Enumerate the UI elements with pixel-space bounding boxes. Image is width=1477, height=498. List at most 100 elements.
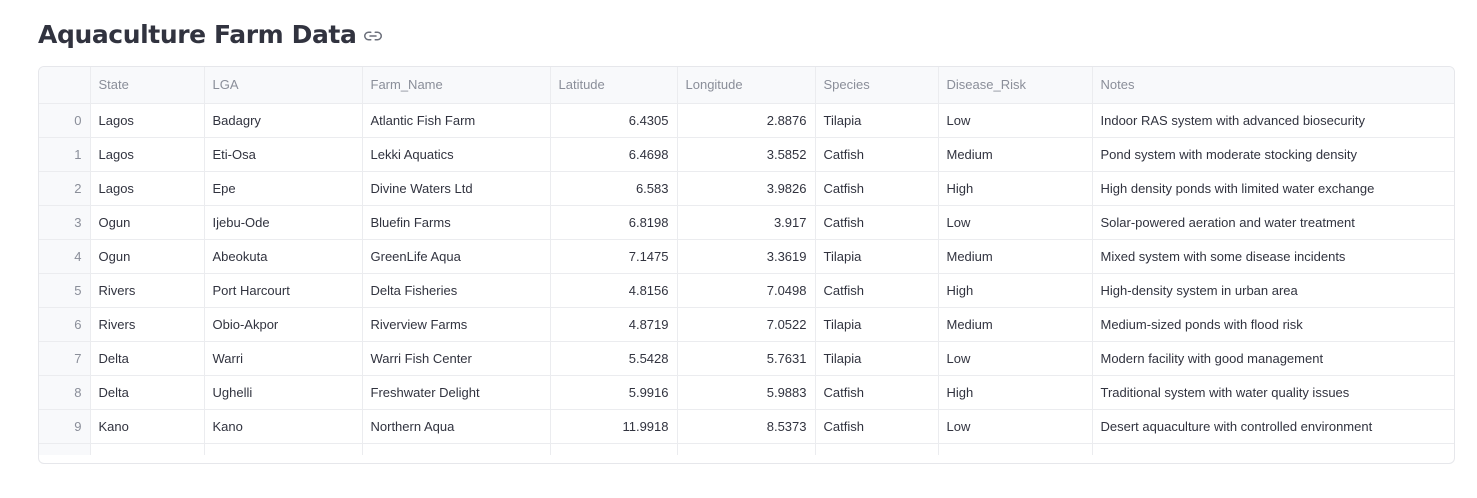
cell-longitude[interactable]: 3.5852 xyxy=(677,137,816,172)
column-header-index[interactable] xyxy=(39,67,91,104)
cell-state[interactable]: Lagos xyxy=(90,171,205,206)
cell-notes[interactable]: Pond system with moderate stocking densi… xyxy=(1092,137,1454,172)
cell-latitude[interactable]: 5.5428 xyxy=(550,341,678,376)
cell-notes[interactable]: Indoor RAS system with advanced biosecur… xyxy=(1092,103,1454,138)
cell-notes[interactable]: Mixed system with some disease incidents xyxy=(1092,239,1454,274)
cell-notes[interactable]: High density ponds with limited water ex… xyxy=(1092,171,1454,206)
dataframe[interactable]: State LGA Farm_Name Latitude Longitude Specie… xyxy=(38,66,1455,464)
cell-latitude[interactable]: 4.8719 xyxy=(550,307,678,342)
cell-lga[interactable]: Epe xyxy=(204,171,363,206)
cell-farm-name[interactable]: Divine Waters Ltd xyxy=(362,171,551,206)
cell-species[interactable]: Catfish xyxy=(815,273,939,308)
cell-notes[interactable]: Modern facility with good management xyxy=(1092,341,1454,376)
column-header-lga[interactable]: LGA xyxy=(204,67,363,104)
cell-latitude[interactable]: 4.8156 xyxy=(550,273,678,308)
cell-lga[interactable]: Obio-Akpor xyxy=(204,307,363,342)
cell-disease-risk[interactable]: Medium xyxy=(938,137,1093,172)
cell-farm-name[interactable]: Freshwater Delight xyxy=(362,375,551,410)
cell-index[interactable]: 5 xyxy=(39,273,91,308)
cell-longitude[interactable]: 7.0522 xyxy=(677,307,816,342)
cell-species[interactable]: Tilapia xyxy=(815,341,939,376)
cell-notes[interactable]: High-density system in urban area xyxy=(1092,273,1454,308)
cell-state[interactable]: Delta xyxy=(90,341,205,376)
cell-disease-risk[interactable]: High xyxy=(938,375,1093,410)
cell-farm-name[interactable]: Warri Fish Center xyxy=(362,341,551,376)
cell-farm-name[interactable]: Lekki Aquatics xyxy=(362,137,551,172)
cell-species[interactable]: Catfish xyxy=(815,375,939,410)
cell-index[interactable]: 2 xyxy=(39,171,91,206)
cell-lga[interactable]: Ughelli xyxy=(204,375,363,410)
cell-farm-name[interactable]: Delta Fisheries xyxy=(362,273,551,308)
cell-disease-risk[interactable]: High xyxy=(938,273,1093,308)
cell-disease-risk[interactable]: Low xyxy=(938,103,1093,138)
cell-lga[interactable]: Badagry xyxy=(204,103,363,138)
cell-latitude[interactable]: 6.4698 xyxy=(550,137,678,172)
cell-lga[interactable]: Abeokuta xyxy=(204,239,363,274)
cell-lga[interactable]: Ijebu-Ode xyxy=(204,205,363,240)
cell-disease-risk[interactable]: Low xyxy=(938,341,1093,376)
cell-farm-name[interactable]: Riverview Farms xyxy=(362,307,551,342)
cell-index[interactable]: 1 xyxy=(39,137,91,172)
cell-longitude[interactable]: 5.7631 xyxy=(677,341,816,376)
cell-species[interactable]: Tilapia xyxy=(815,239,939,274)
cell-disease-risk[interactable]: Low xyxy=(938,409,1093,444)
cell-notes[interactable]: Solar-powered aeration and water treatme… xyxy=(1092,205,1454,240)
cell-index[interactable]: 7 xyxy=(39,341,91,376)
cell-notes[interactable]: Desert aquaculture with controlled envir… xyxy=(1092,409,1454,444)
cell-farm-name[interactable]: GreenLife Aqua xyxy=(362,239,551,274)
cell-latitude[interactable]: 6.583 xyxy=(550,171,678,206)
cell-disease-risk[interactable]: Low xyxy=(938,205,1093,240)
column-header-disease-risk[interactable]: Disease_Risk xyxy=(938,67,1093,104)
cell-species[interactable]: Tilapia xyxy=(815,103,939,138)
column-header-notes[interactable]: Notes xyxy=(1092,67,1454,104)
cell-latitude[interactable]: 6.4305 xyxy=(550,103,678,138)
cell-species[interactable]: Catfish xyxy=(815,171,939,206)
cell-state[interactable]: Ogun xyxy=(90,239,205,274)
cell-index[interactable]: 6 xyxy=(39,307,91,342)
cell-state[interactable]: Rivers xyxy=(90,307,205,342)
cell-species[interactable]: Catfish xyxy=(815,137,939,172)
cell-index[interactable]: 9 xyxy=(39,409,91,444)
column-header-farm-name[interactable]: Farm_Name xyxy=(362,67,551,104)
cell-longitude[interactable]: 2.8876 xyxy=(677,103,816,138)
column-header-state[interactable]: State xyxy=(90,67,205,104)
cell-latitude[interactable]: 6.8198 xyxy=(550,205,678,240)
cell-farm-name[interactable]: Northern Aqua xyxy=(362,409,551,444)
cell-disease-risk[interactable]: Medium xyxy=(938,307,1093,342)
cell-index[interactable]: 0 xyxy=(39,103,91,138)
cell-lga[interactable]: Warri xyxy=(204,341,363,376)
cell-farm-name[interactable]: Atlantic Fish Farm xyxy=(362,103,551,138)
cell-notes[interactable]: Medium-sized ponds with flood risk xyxy=(1092,307,1454,342)
link-icon[interactable] xyxy=(364,27,383,45)
cell-latitude[interactable]: 11.9918 xyxy=(550,409,678,444)
cell-disease-risk[interactable]: Medium xyxy=(938,239,1093,274)
cell-species[interactable]: Catfish xyxy=(815,409,939,444)
cell-latitude[interactable]: 5.9916 xyxy=(550,375,678,410)
cell-longitude[interactable]: 3.9826 xyxy=(677,171,816,206)
cell-species[interactable]: Catfish xyxy=(815,205,939,240)
cell-lga[interactable]: Eti-Osa xyxy=(204,137,363,172)
cell-state[interactable]: Delta xyxy=(90,375,205,410)
cell-longitude[interactable]: 3.3619 xyxy=(677,239,816,274)
cell-index[interactable]: 8 xyxy=(39,375,91,410)
cell-longitude[interactable]: 5.9883 xyxy=(677,375,816,410)
cell-latitude[interactable]: 7.1475 xyxy=(550,239,678,274)
cell-state[interactable]: Ogun xyxy=(90,205,205,240)
cell-index[interactable]: 4 xyxy=(39,239,91,274)
cell-species[interactable]: Tilapia xyxy=(815,307,939,342)
column-header-species[interactable]: Species xyxy=(815,67,939,104)
cell-index[interactable]: 3 xyxy=(39,205,91,240)
column-header-longitude[interactable]: Longitude xyxy=(677,67,816,104)
cell-longitude[interactable]: 8.5373 xyxy=(677,409,816,444)
cell-state[interactable]: Rivers xyxy=(90,273,205,308)
cell-longitude[interactable]: 7.0498 xyxy=(677,273,816,308)
cell-disease-risk[interactable]: High xyxy=(938,171,1093,206)
cell-state[interactable]: Kano xyxy=(90,409,205,444)
cell-state[interactable]: Lagos xyxy=(90,103,205,138)
cell-longitude[interactable]: 3.917 xyxy=(677,205,816,240)
cell-notes[interactable]: Traditional system with water quality is… xyxy=(1092,375,1454,410)
cell-lga[interactable]: Kano xyxy=(204,409,363,444)
column-header-latitude[interactable]: Latitude xyxy=(550,67,678,104)
cell-lga[interactable]: Port Harcourt xyxy=(204,273,363,308)
cell-farm-name[interactable]: Bluefin Farms xyxy=(362,205,551,240)
